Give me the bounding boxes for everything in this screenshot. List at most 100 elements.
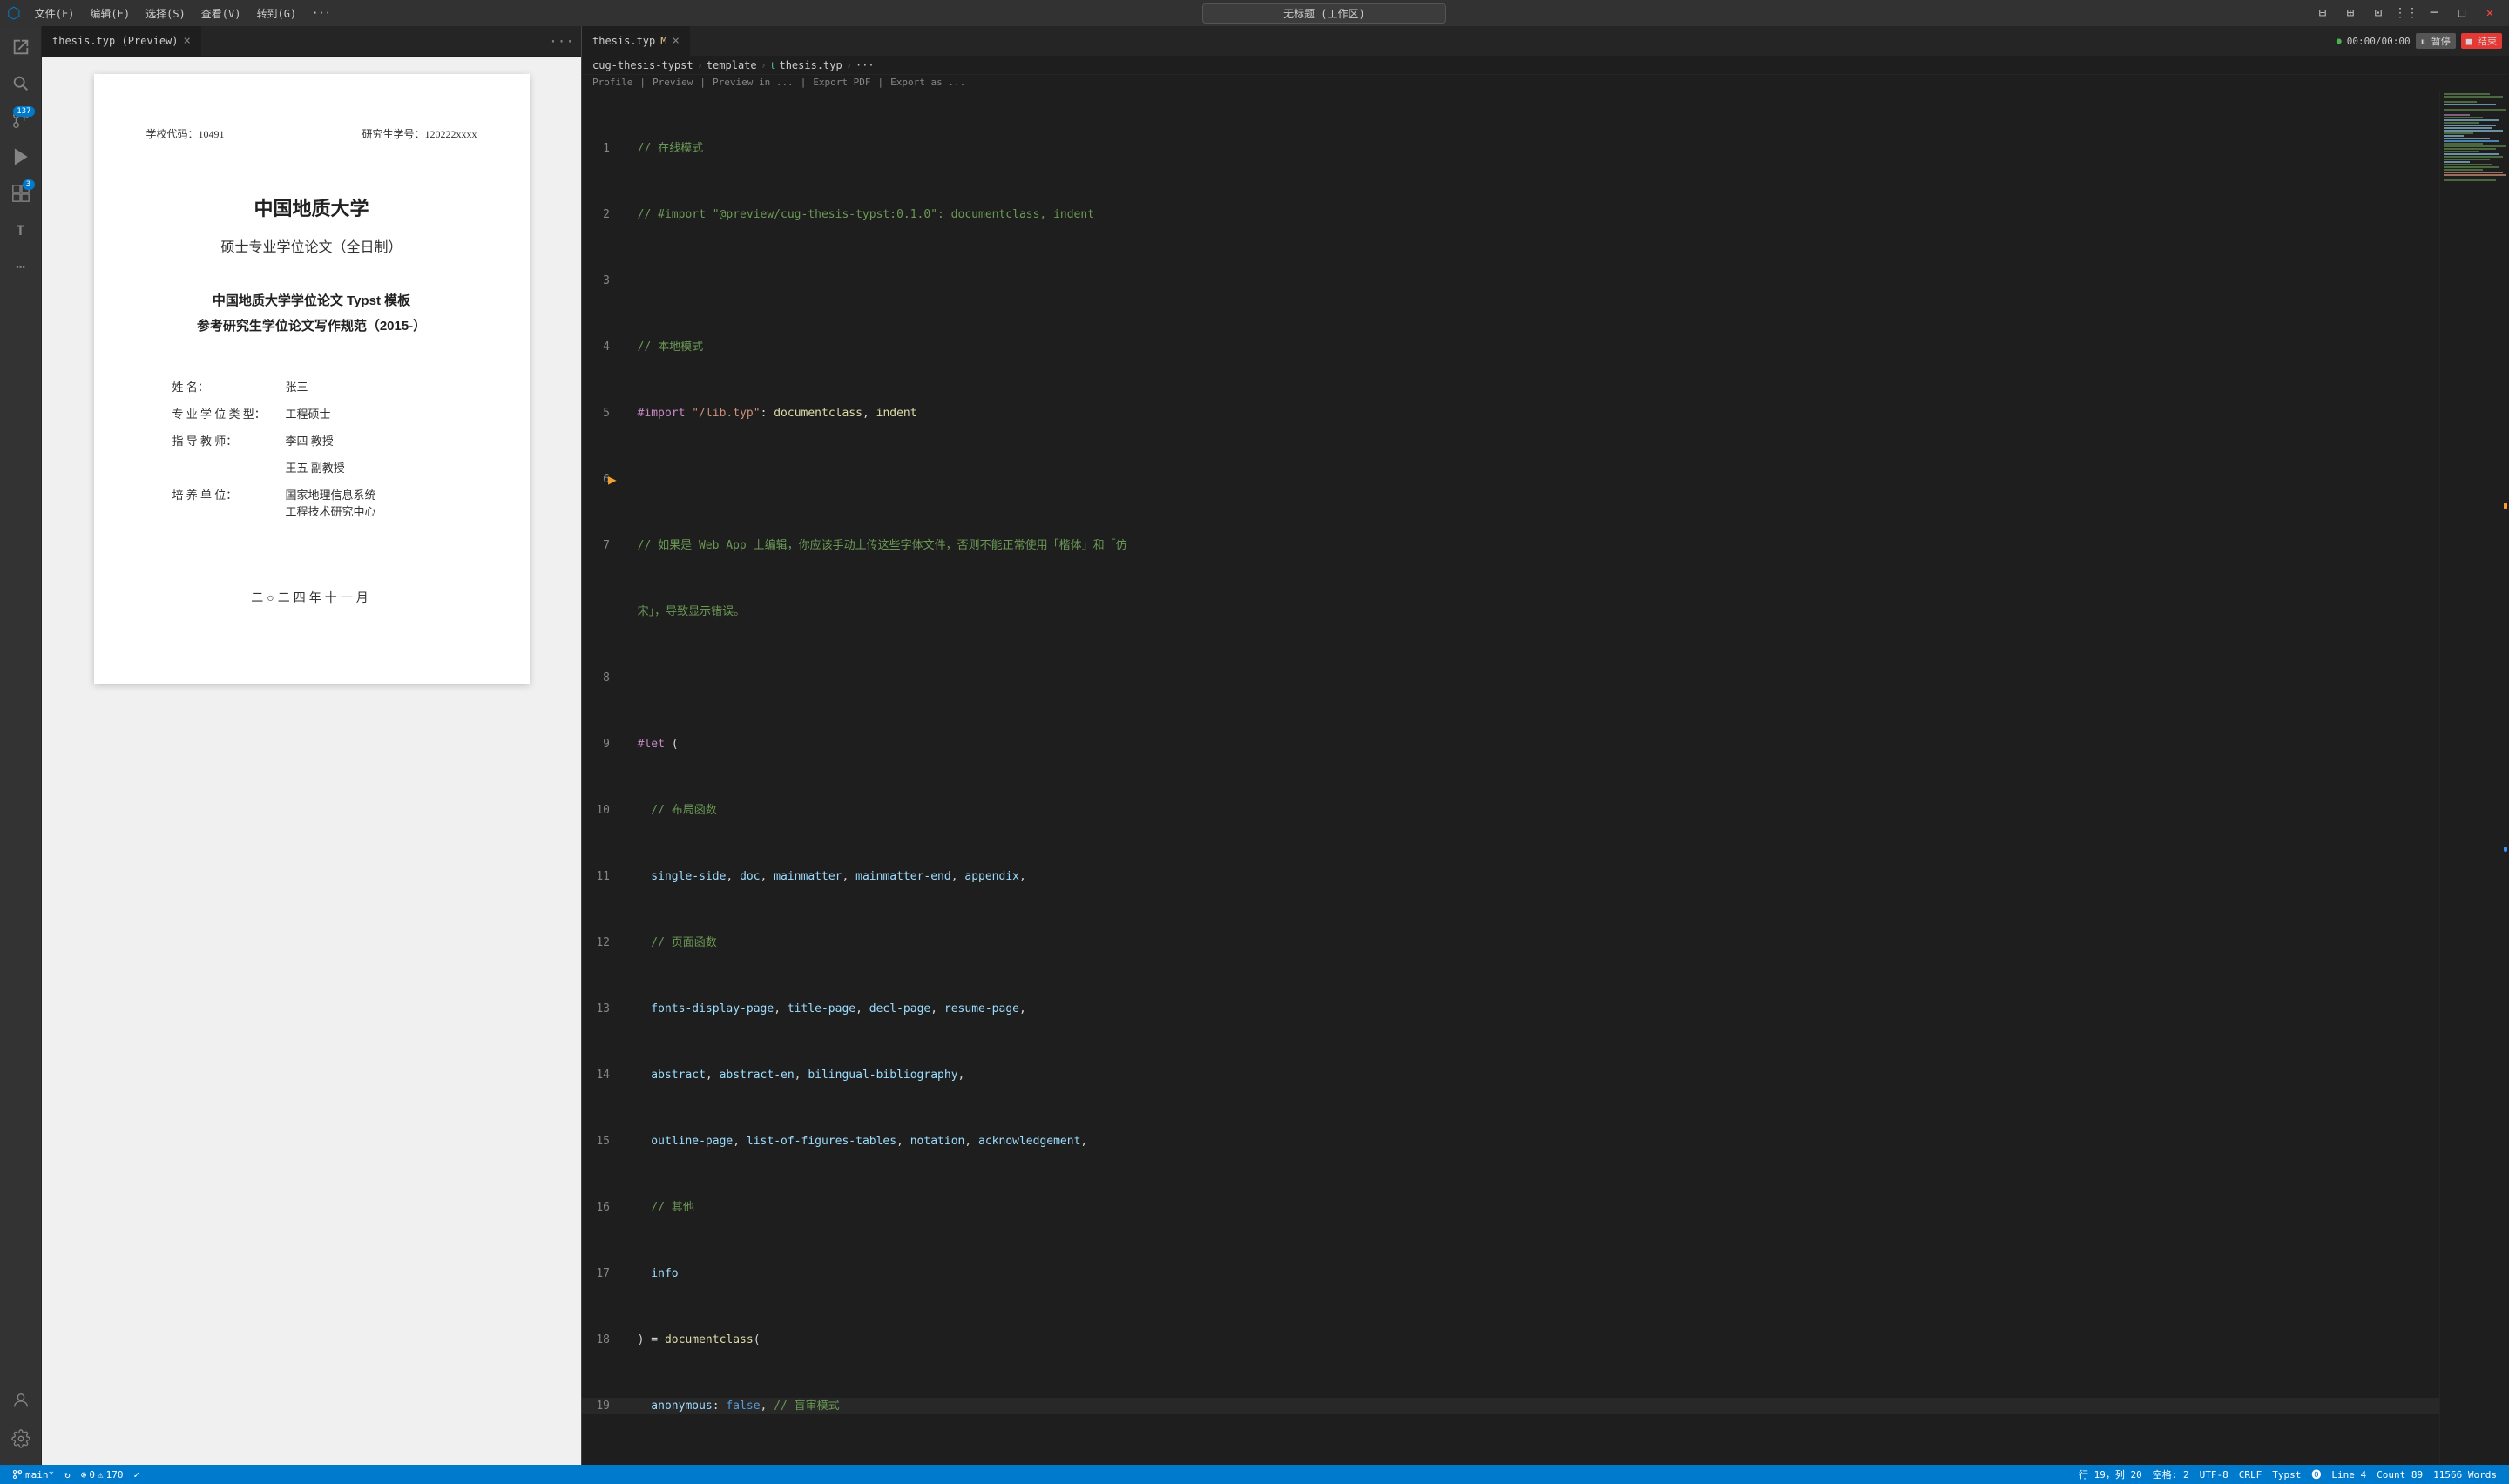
encoding-label: UTF-8 (2200, 1469, 2228, 1481)
error-icon: ⊗ (81, 1469, 87, 1481)
global-search-input[interactable]: 无标题 (工作区) (1202, 3, 1446, 24)
preview-tab[interactable]: thesis.typ (Preview) × (42, 26, 202, 57)
typst-icon-status[interactable]: ⓿ (2306, 1467, 2326, 1481)
code-editor-content[interactable]: 1 // 在线模式 2 // #import "@preview/cug-the… (582, 91, 2439, 1465)
window-controls: ⊟ ⊞ ⊡ ⋮⋮ ─ □ ✕ (2310, 1, 2502, 25)
stop-button[interactable]: ■ 结束 (2461, 33, 2502, 49)
code-tab[interactable]: thesis.typ M × (582, 26, 691, 57)
advisor-label: 指 导 教 师： (172, 432, 286, 449)
spaces-info[interactable]: 空格: 2 (2147, 1467, 2195, 1481)
preview-tab-more[interactable]: ··· (542, 33, 581, 50)
activity-account[interactable] (3, 1383, 38, 1418)
sub-bc-profile[interactable]: Profile (592, 77, 632, 88)
activity-search[interactable] (3, 66, 38, 101)
code-line-10: 10 // 布局函数 (582, 802, 2439, 819)
activity-extensions[interactable]: 3 (3, 176, 38, 211)
code-line-19: 19 anonymous: false, // 盲审模式 (582, 1398, 2439, 1414)
code-panel: thesis.typ M × ● 00:00/00:00 ⏸ 暂停 ■ 结束 c… (582, 26, 2509, 1465)
language-info[interactable]: Typst (2267, 1469, 2306, 1481)
breadcrumb-typst-icon: t (770, 60, 776, 71)
count89-label: Count 89 (2377, 1469, 2423, 1481)
main-layout: 137 3 T ⋯ thesis.typ (Preview) × (0, 26, 2509, 1465)
sync-button[interactable]: ↻ (59, 1469, 76, 1481)
minimap-blue-indicator (2504, 847, 2507, 852)
sub-bc-sep4: | (878, 77, 884, 88)
activity-run[interactable] (3, 139, 38, 174)
layout4-icon[interactable]: ⋮⋮ (2394, 1, 2418, 25)
timer-dot: ● (2337, 37, 2342, 46)
line-info[interactable]: 行 19，列 20 (2073, 1467, 2147, 1481)
activity-bar: 137 3 T ⋯ (0, 26, 42, 1465)
activity-explorer[interactable] (3, 30, 38, 64)
document-page: 学校代码：10491 研究生学号：120222xxxx 中国地质大学 硕士专业学… (94, 74, 530, 684)
minimap-orange-indicator (2504, 503, 2507, 509)
info-row-advisor: 指 导 教 师： 李四 教授 (172, 432, 451, 449)
check-icon: ✓ (134, 1469, 140, 1481)
editor-area: thesis.typ (Preview) × ··· 学校代码：10491 研究… (42, 26, 2509, 1465)
code-tab-label: thesis.typ (592, 35, 655, 47)
info-row-org: 培 养 单 位： 国家地理信息系统 工程技术研究中心 (172, 486, 451, 519)
sub-bc-preview-in[interactable]: Preview in ... (713, 77, 794, 88)
word-count-label: 11566 Words (2433, 1469, 2497, 1481)
sync-icon: ↻ (64, 1469, 71, 1481)
title-bar: ⬡ 文件(F) 编辑(E) 选择(S) 查看(V) 转到(G) ··· 无标题 … (0, 0, 2509, 26)
code-line-18: 18 ) = documentclass( (582, 1332, 2439, 1348)
activity-source-control[interactable]: 137 (3, 103, 38, 138)
menu-select[interactable]: 选择(S) (139, 4, 193, 23)
menu-more[interactable]: ··· (305, 5, 338, 21)
info-row-name: 姓 名： 张三 (172, 378, 451, 395)
eol-label: CRLF (2239, 1469, 2262, 1481)
menu-file[interactable]: 文件(F) (28, 4, 82, 23)
eol-info[interactable]: CRLF (2234, 1469, 2268, 1481)
maximize-button[interactable]: □ (2450, 1, 2474, 25)
sub-bc-preview[interactable]: Preview (653, 77, 693, 88)
sub-bc-sep1: | (639, 77, 646, 88)
activity-typst[interactable]: T (3, 212, 38, 247)
code-tab-close[interactable]: × (672, 34, 679, 48)
layout2-icon[interactable]: ⊞ (2338, 1, 2363, 25)
menu-goto[interactable]: 转到(G) (249, 4, 303, 23)
sub-bc-export-pdf[interactable]: Export PDF (813, 77, 870, 88)
degree-type: 硕士专业学位论文（全日制） (146, 235, 477, 256)
minimize-button[interactable]: ─ (2422, 1, 2446, 25)
breadcrumb-more[interactable]: ··· (855, 59, 875, 71)
sub-bc-export-as[interactable]: Export as ... (890, 77, 965, 88)
template-subtitle: 参考研究生学位论文写作规范（2015-） (146, 316, 477, 334)
error-number: 0 (89, 1469, 95, 1481)
typst-icon: ⓿ (2311, 1467, 2321, 1481)
doc-center: 中国地质大学 硕士专业学位论文（全日制） 中国地质大学学位论文 Typst 模板… (146, 193, 477, 334)
preview-content[interactable]: 学校代码：10491 研究生学号：120222xxxx 中国地质大学 硕士专业学… (42, 57, 581, 1465)
git-branch[interactable]: main* (7, 1469, 59, 1481)
pause-button[interactable]: ⏸ 暂停 (2416, 33, 2456, 49)
breadcrumb-root[interactable]: cug-thesis-typst (592, 59, 693, 71)
source-control-badge: 137 (13, 106, 34, 117)
count89-status[interactable]: Count 89 (2371, 1469, 2428, 1481)
preview-tab-close[interactable]: × (184, 34, 191, 48)
error-count[interactable]: ⊗ 0 ⚠ 170 (76, 1469, 129, 1481)
minimap[interactable] (2439, 91, 2509, 1465)
breadcrumb-file[interactable]: thesis.typ (779, 59, 842, 71)
close-button[interactable]: ✕ (2478, 1, 2502, 25)
major-value: 工程硕士 (286, 405, 451, 422)
activity-more[interactable]: ⋯ (3, 249, 38, 284)
org-label: 培 养 单 位： (172, 486, 286, 503)
checkmark-status[interactable]: ✓ (129, 1469, 145, 1481)
line-col-label: 行 19，列 20 (2079, 1467, 2142, 1481)
doc-info-table: 姓 名： 张三 专 业 学 位 类 型： 工程硕士 指 导 教 师： 李四 教授 (172, 378, 451, 519)
activity-settings[interactable] (3, 1421, 38, 1456)
preview-panel: thesis.typ (Preview) × ··· 学校代码：10491 研究… (42, 26, 582, 1465)
breadcrumb-template[interactable]: template (707, 59, 757, 71)
extensions-badge: 3 (23, 179, 35, 190)
code-line-5: 5 #import "/lib.typ": documentclass, ind… (582, 405, 2439, 422)
encoding-info[interactable]: UTF-8 (2195, 1469, 2234, 1481)
code-line-11: 11 single-side, doc, mainmatter, mainmat… (582, 868, 2439, 885)
sub-breadcrumb: Profile | Preview | Preview in ... | Exp… (582, 75, 2509, 91)
layout-icon[interactable]: ⊟ (2310, 1, 2335, 25)
menu-view[interactable]: 查看(V) (194, 4, 248, 23)
code-line-3: 3 (582, 273, 2439, 289)
code-line-8: 8 (582, 670, 2439, 686)
word-count[interactable]: 11566 Words (2428, 1469, 2502, 1481)
layout3-icon[interactable]: ⊡ (2366, 1, 2391, 25)
line4-status[interactable]: Line 4 (2326, 1469, 2371, 1481)
menu-edit[interactable]: 编辑(E) (83, 4, 137, 23)
